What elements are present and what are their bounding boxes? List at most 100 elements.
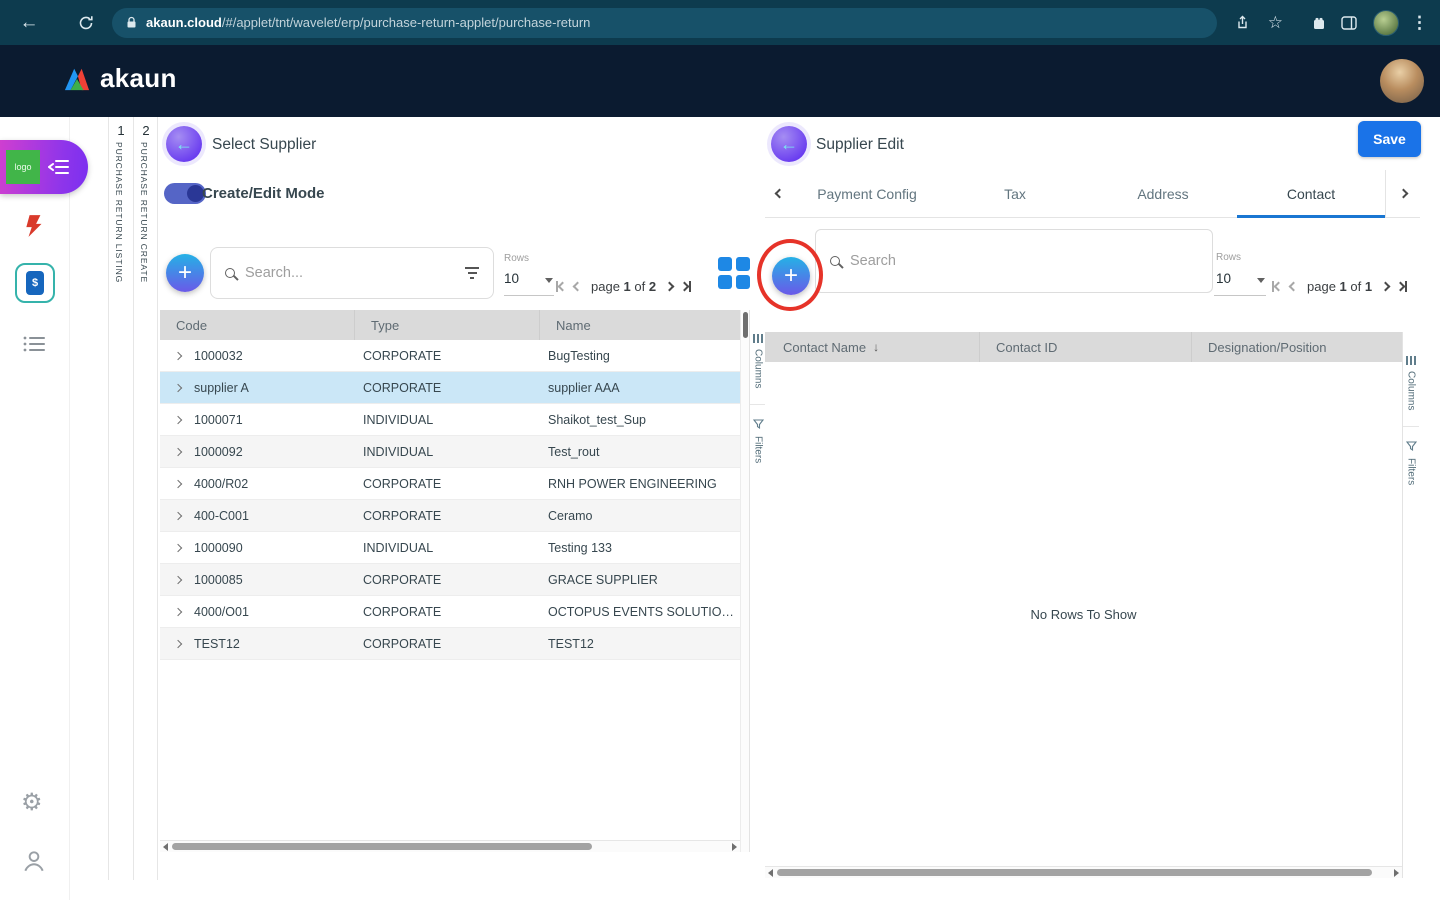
vertical-tab-2-number[interactable]: 2 (134, 123, 158, 138)
table-row[interactable]: 1000090 INDIVIDUALTesting 133 (160, 532, 740, 564)
tabs-scroll-left-icon[interactable] (765, 170, 793, 217)
collapse-menu-icon[interactable] (48, 159, 70, 175)
create-edit-mode-toggle[interactable] (164, 183, 206, 204)
vertical-tab-purchase-return-create[interactable]: PURCHASE RETURN CREATE (139, 142, 149, 283)
first-page-button[interactable] (1272, 281, 1282, 292)
tab-contact[interactable]: Contact (1237, 170, 1385, 217)
scroll-left-icon[interactable] (163, 843, 168, 851)
columns-tool-button[interactable]: Columns (1406, 371, 1417, 410)
supplier-edit-back-button[interactable]: ← (771, 126, 807, 162)
horizontal-scrollbar[interactable] (160, 840, 740, 852)
table-row[interactable]: 400-C001 CORPORATECeramo (160, 500, 740, 532)
empty-table-message: No Rows To Show (765, 362, 1402, 866)
list-menu-icon[interactable] (22, 334, 46, 354)
prev-page-button[interactable] (574, 283, 581, 290)
rows-underline (1214, 295, 1266, 296)
table-row[interactable]: 1000085 CORPORATEGRACE SUPPLIER (160, 564, 740, 596)
table-row[interactable]: 1000032 CORPORATEBugTesting (160, 340, 740, 372)
tab-tax[interactable]: Tax (941, 170, 1089, 217)
row-expand-icon[interactable] (174, 639, 182, 647)
address-bar[interactable]: akaun.cloud/#/applet/tnt/wavelet/erp/pur… (112, 8, 1217, 38)
filter-list-icon[interactable] (465, 267, 479, 279)
header-type[interactable]: Type (355, 310, 540, 340)
browser-back-icon[interactable]: ← (18, 12, 40, 34)
dropdown-caret-icon[interactable] (545, 278, 553, 283)
row-expand-icon[interactable] (174, 415, 182, 423)
scrollbar-thumb[interactable] (777, 869, 1372, 876)
first-page-button[interactable] (556, 281, 566, 292)
browser-reload-icon[interactable] (78, 15, 94, 31)
header-designation-position[interactable]: Designation/Position (1192, 332, 1402, 362)
last-page-button[interactable] (681, 281, 691, 292)
of-word: of (634, 279, 645, 294)
akaun-logo-icon (62, 66, 92, 92)
table-row[interactable]: 1000071 INDIVIDUALShaikot_test_Sup (160, 404, 740, 436)
add-supplier-button[interactable]: + (166, 254, 204, 292)
url-host: akaun.cloud (146, 15, 222, 30)
scrollbar-thumb[interactable] (743, 312, 748, 338)
row-expand-icon[interactable] (174, 511, 182, 519)
sidebar-applet-pill[interactable]: logo (0, 140, 88, 194)
grid-view-button[interactable] (718, 257, 750, 289)
filters-tool-button[interactable]: Filters (753, 436, 764, 463)
filters-tool-button[interactable]: Filters (1406, 458, 1417, 485)
dropdown-caret-icon[interactable] (1257, 278, 1265, 283)
table-row-selected[interactable]: supplier A CORPORATEsupplier AAA (160, 372, 740, 404)
vertical-tab-purchase-return-listing[interactable]: PURCHASE RETURN LISTING (114, 142, 124, 283)
rows-label: Rows (1216, 252, 1241, 263)
contact-search-input[interactable] (850, 253, 1212, 269)
browser-menu-icon[interactable]: ⋮ (1411, 13, 1428, 33)
save-button[interactable]: Save (1358, 121, 1421, 157)
rows-per-page-select[interactable]: 10 (1216, 271, 1231, 286)
vertical-scrollbar[interactable] (740, 310, 749, 852)
header-code[interactable]: Code (160, 310, 355, 340)
extensions-icon[interactable] (1311, 15, 1327, 31)
header-contact-id[interactable]: Contact ID (980, 332, 1192, 362)
rows-underline (504, 295, 554, 296)
app-logo[interactable]: akaun (62, 63, 177, 94)
share-icon[interactable] (1235, 15, 1250, 30)
tabs-scroll-right-icon[interactable] (1385, 170, 1420, 217)
prev-page-button[interactable] (1290, 283, 1297, 290)
scroll-right-icon[interactable] (1394, 869, 1399, 877)
tab-address[interactable]: Address (1089, 170, 1237, 217)
row-expand-icon[interactable] (174, 543, 182, 551)
header-contact-name[interactable]: Contact Name ↓ (765, 332, 980, 362)
browser-profile-avatar[interactable] (1373, 10, 1399, 36)
supplier-table-header: Code Type Name (160, 310, 740, 340)
tab-payment-config[interactable]: Payment Config (793, 170, 941, 217)
select-supplier-back-button[interactable]: ← (166, 126, 202, 162)
scrollbar-thumb[interactable] (172, 843, 592, 850)
annotation-red-circle (757, 239, 823, 311)
table-row[interactable]: 4000/O01 CORPORATEOCTOPUS EVENTS SOLUTIO… (160, 596, 740, 628)
next-page-button[interactable] (1382, 283, 1389, 290)
columns-tool-button[interactable]: Columns (753, 349, 764, 388)
applet-invoice-icon[interactable]: $ (15, 263, 55, 303)
applet-red-icon[interactable] (22, 212, 48, 240)
header-name[interactable]: Name (540, 310, 740, 340)
vertical-tab-1-number[interactable]: 1 (109, 123, 133, 138)
scroll-right-icon[interactable] (732, 843, 737, 851)
row-expand-icon[interactable] (174, 447, 182, 455)
row-expand-icon[interactable] (174, 607, 182, 615)
settings-gear-icon[interactable]: ⚙ (21, 788, 43, 817)
row-expand-icon[interactable] (174, 351, 182, 359)
horizontal-scrollbar[interactable] (765, 866, 1402, 878)
scroll-left-icon[interactable] (768, 869, 773, 877)
plus-icon: + (178, 259, 192, 287)
next-page-button[interactable] (666, 283, 673, 290)
row-expand-icon[interactable] (174, 575, 182, 583)
table-row[interactable]: 4000/R02 CORPORATERNH POWER ENGINEERING (160, 468, 740, 500)
bookmark-star-icon[interactable]: ☆ (1268, 13, 1283, 33)
table-row[interactable]: 1000092 INDIVIDUALTest_rout (160, 436, 740, 468)
table-row[interactable]: TEST12 CORPORATETEST12 (160, 628, 740, 660)
side-panel-icon[interactable] (1341, 16, 1357, 30)
sort-desc-icon[interactable]: ↓ (873, 340, 879, 354)
last-page-button[interactable] (1397, 281, 1407, 292)
profile-person-icon[interactable] (21, 848, 47, 874)
row-expand-icon[interactable] (174, 383, 182, 391)
user-avatar[interactable] (1380, 59, 1424, 103)
rows-per-page-select[interactable]: 10 (504, 271, 519, 286)
row-expand-icon[interactable] (174, 479, 182, 487)
supplier-search-input[interactable] (245, 265, 457, 281)
